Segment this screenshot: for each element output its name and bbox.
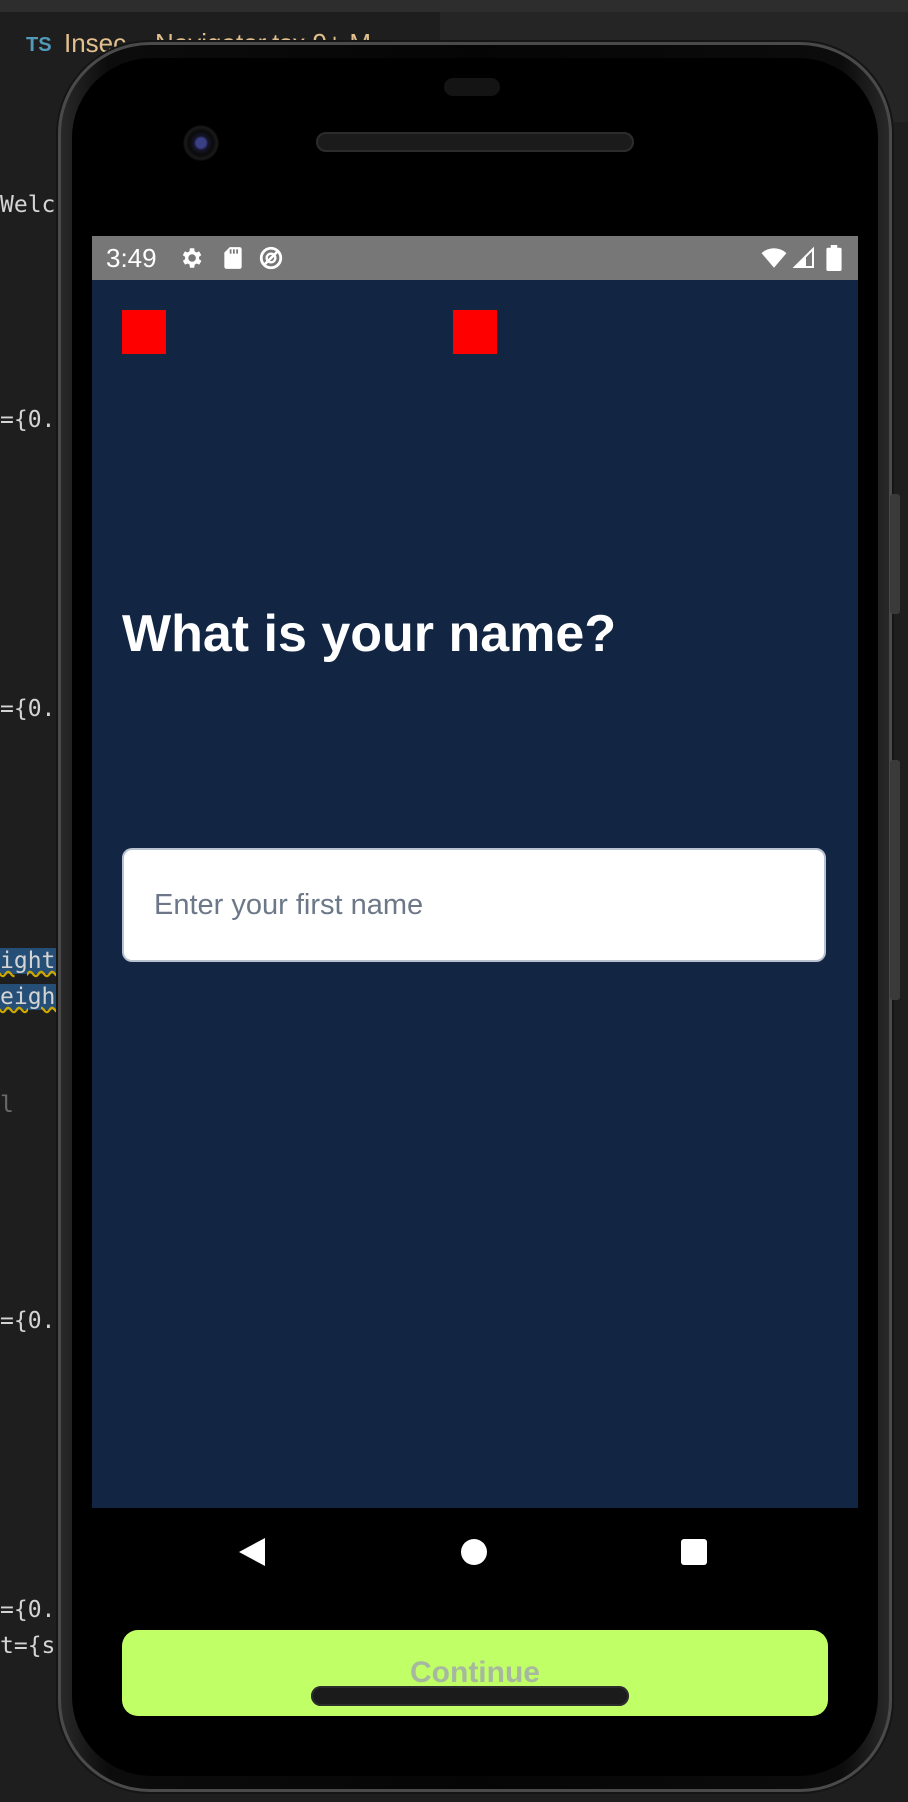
- volume-rocker[interactable]: [890, 760, 900, 1000]
- proximity-sensor: [444, 78, 500, 96]
- first-name-input[interactable]: [122, 848, 826, 962]
- back-icon[interactable]: [230, 1530, 274, 1574]
- battery-icon: [826, 245, 842, 271]
- phone-screen: 3:49 What is your name? Enter your first…: [92, 236, 858, 1716]
- data-saver-icon: [258, 245, 284, 271]
- wifi-icon: [760, 245, 787, 271]
- code-line[interactable]: l: [0, 1092, 14, 1118]
- sd-card-icon: [220, 245, 246, 271]
- cell-signal-icon: [792, 245, 818, 271]
- front-camera-icon: [183, 125, 219, 161]
- status-bar: 3:49: [92, 236, 858, 280]
- typescript-file-icon: TS: [26, 34, 52, 56]
- earpiece-speaker: [316, 132, 634, 152]
- settings-gear-icon: [178, 245, 204, 271]
- recents-icon[interactable]: [672, 1530, 716, 1574]
- placeholder-square-center: [453, 310, 497, 354]
- power-button[interactable]: [890, 494, 900, 614]
- status-time: 3:49: [106, 243, 157, 273]
- placeholder-square-left: [122, 310, 166, 354]
- android-nav-bar: [92, 1508, 858, 1598]
- bottom-speaker: [311, 1686, 629, 1706]
- editor-title-bar: [0, 0, 908, 12]
- code-line[interactable]: t={s: [0, 1633, 55, 1659]
- page-title: What is your name?: [122, 605, 617, 663]
- home-icon[interactable]: [452, 1530, 496, 1574]
